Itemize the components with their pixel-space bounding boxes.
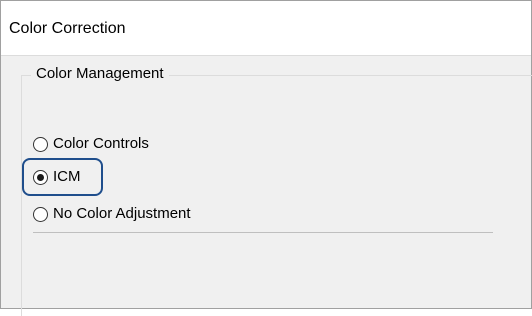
radio-label-no-color-adjustment[interactable]: No Color Adjustment bbox=[53, 205, 191, 223]
radio-label-color-controls[interactable]: Color Controls bbox=[53, 135, 149, 153]
radio-no-color-adjustment[interactable]: No Color Adjustment bbox=[33, 204, 191, 224]
radio-checked-icon[interactable] bbox=[33, 169, 48, 185]
group-label: Color Management bbox=[31, 65, 169, 83]
radio-unchecked-icon[interactable] bbox=[33, 136, 48, 152]
radio-icm[interactable]: ICM bbox=[33, 167, 81, 187]
radio-unchecked-icon[interactable] bbox=[33, 206, 48, 222]
radio-label-icm[interactable]: ICM bbox=[53, 168, 81, 186]
dialog-title: Color Correction bbox=[9, 20, 126, 37]
title-bar: Color Correction bbox=[1, 1, 531, 56]
radio-color-controls[interactable]: Color Controls bbox=[33, 134, 149, 154]
separator-line bbox=[33, 232, 493, 233]
